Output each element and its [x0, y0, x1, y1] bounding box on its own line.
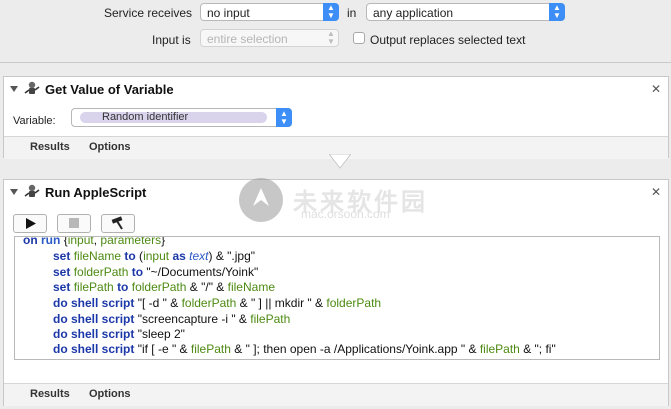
service-receives-popup[interactable]: no input ▲ ▼	[200, 3, 339, 21]
code-line-1: on run {input, parameters}	[23, 236, 166, 247]
variable-popup[interactable]: Random identifier ▲ ▼	[71, 108, 292, 127]
action-title: Get Value of Variable	[45, 82, 174, 97]
output-replaces-checkbox[interactable]	[353, 32, 365, 44]
service-settings-bar: Service receives no input ▲ ▼ in any appl…	[0, 0, 671, 63]
tab-results[interactable]: Results	[30, 388, 70, 400]
run-button[interactable]	[13, 214, 47, 233]
tab-options[interactable]: Options	[89, 388, 131, 400]
action-tabs: Results Options	[4, 383, 668, 406]
code-line-8: do shell script "if [ -e " & filePath & …	[53, 342, 556, 356]
hammer-icon	[111, 216, 123, 230]
automator-robot-icon	[24, 81, 40, 94]
site-watermark: 未来软件园 mac.orsoon.com	[237, 176, 437, 228]
in-label: in	[347, 6, 357, 20]
action-get-value-of-variable: Get Value of Variable ✕ Variable: Random…	[3, 76, 669, 159]
application-popup[interactable]: any application ▲ ▼	[366, 3, 565, 21]
close-icon[interactable]: ✕	[651, 185, 661, 199]
action-title: Run AppleScript	[45, 185, 147, 200]
input-is-value: entire selection	[207, 32, 288, 46]
popup-arrows-icon: ▲ ▼	[276, 108, 292, 127]
play-icon	[26, 218, 36, 229]
code-line-4: set filePath to folderPath & "/" & fileN…	[53, 280, 275, 294]
popup-arrows-icon: ▲ ▼	[323, 3, 339, 21]
code-line-7: do shell script "sleep 2"	[53, 327, 185, 341]
action-header: Get Value of Variable ✕	[4, 77, 668, 101]
applescript-editor[interactable]: on run {input, parameters} set fileName …	[14, 236, 660, 360]
stop-icon	[69, 218, 79, 228]
variable-label: Variable:	[13, 115, 56, 127]
output-replaces-label: Output replaces selected text	[370, 33, 526, 47]
code-line-3: set folderPath to "~/Documents/Yoink"	[53, 265, 259, 279]
service-receives-value: no input	[207, 6, 250, 20]
watermark-logo-icon	[239, 178, 283, 222]
code-line-5: do shell script "[ -d " & folderPath & "…	[53, 296, 382, 310]
input-is-popup[interactable]: entire selection ▲ ▼	[200, 29, 339, 47]
close-icon[interactable]: ✕	[651, 82, 661, 96]
tab-results[interactable]: Results	[30, 141, 70, 153]
action-connector	[329, 154, 351, 169]
code-line-2: set fileName to (input as text) & ".jpg"	[53, 249, 256, 263]
variable-token: Random identifier	[80, 112, 267, 123]
service-receives-label: Service receives	[104, 6, 193, 20]
disclosure-triangle-icon[interactable]	[9, 185, 19, 199]
popup-arrows-icon: ▲ ▼	[549, 3, 565, 21]
tab-options[interactable]: Options	[89, 141, 131, 153]
input-is-label: Input is	[152, 33, 191, 47]
compile-button[interactable]	[101, 214, 135, 233]
application-value: any application	[373, 6, 454, 20]
watermark-subtitle: mac.orsoon.com	[301, 207, 390, 221]
popup-arrows-icon: ▲ ▼	[327, 29, 335, 46]
code-line-6: do shell script "screencapture -i " & fi…	[53, 312, 291, 326]
disclosure-triangle-icon[interactable]	[9, 82, 19, 96]
stop-button[interactable]	[57, 214, 91, 233]
automator-robot-icon	[24, 184, 40, 197]
